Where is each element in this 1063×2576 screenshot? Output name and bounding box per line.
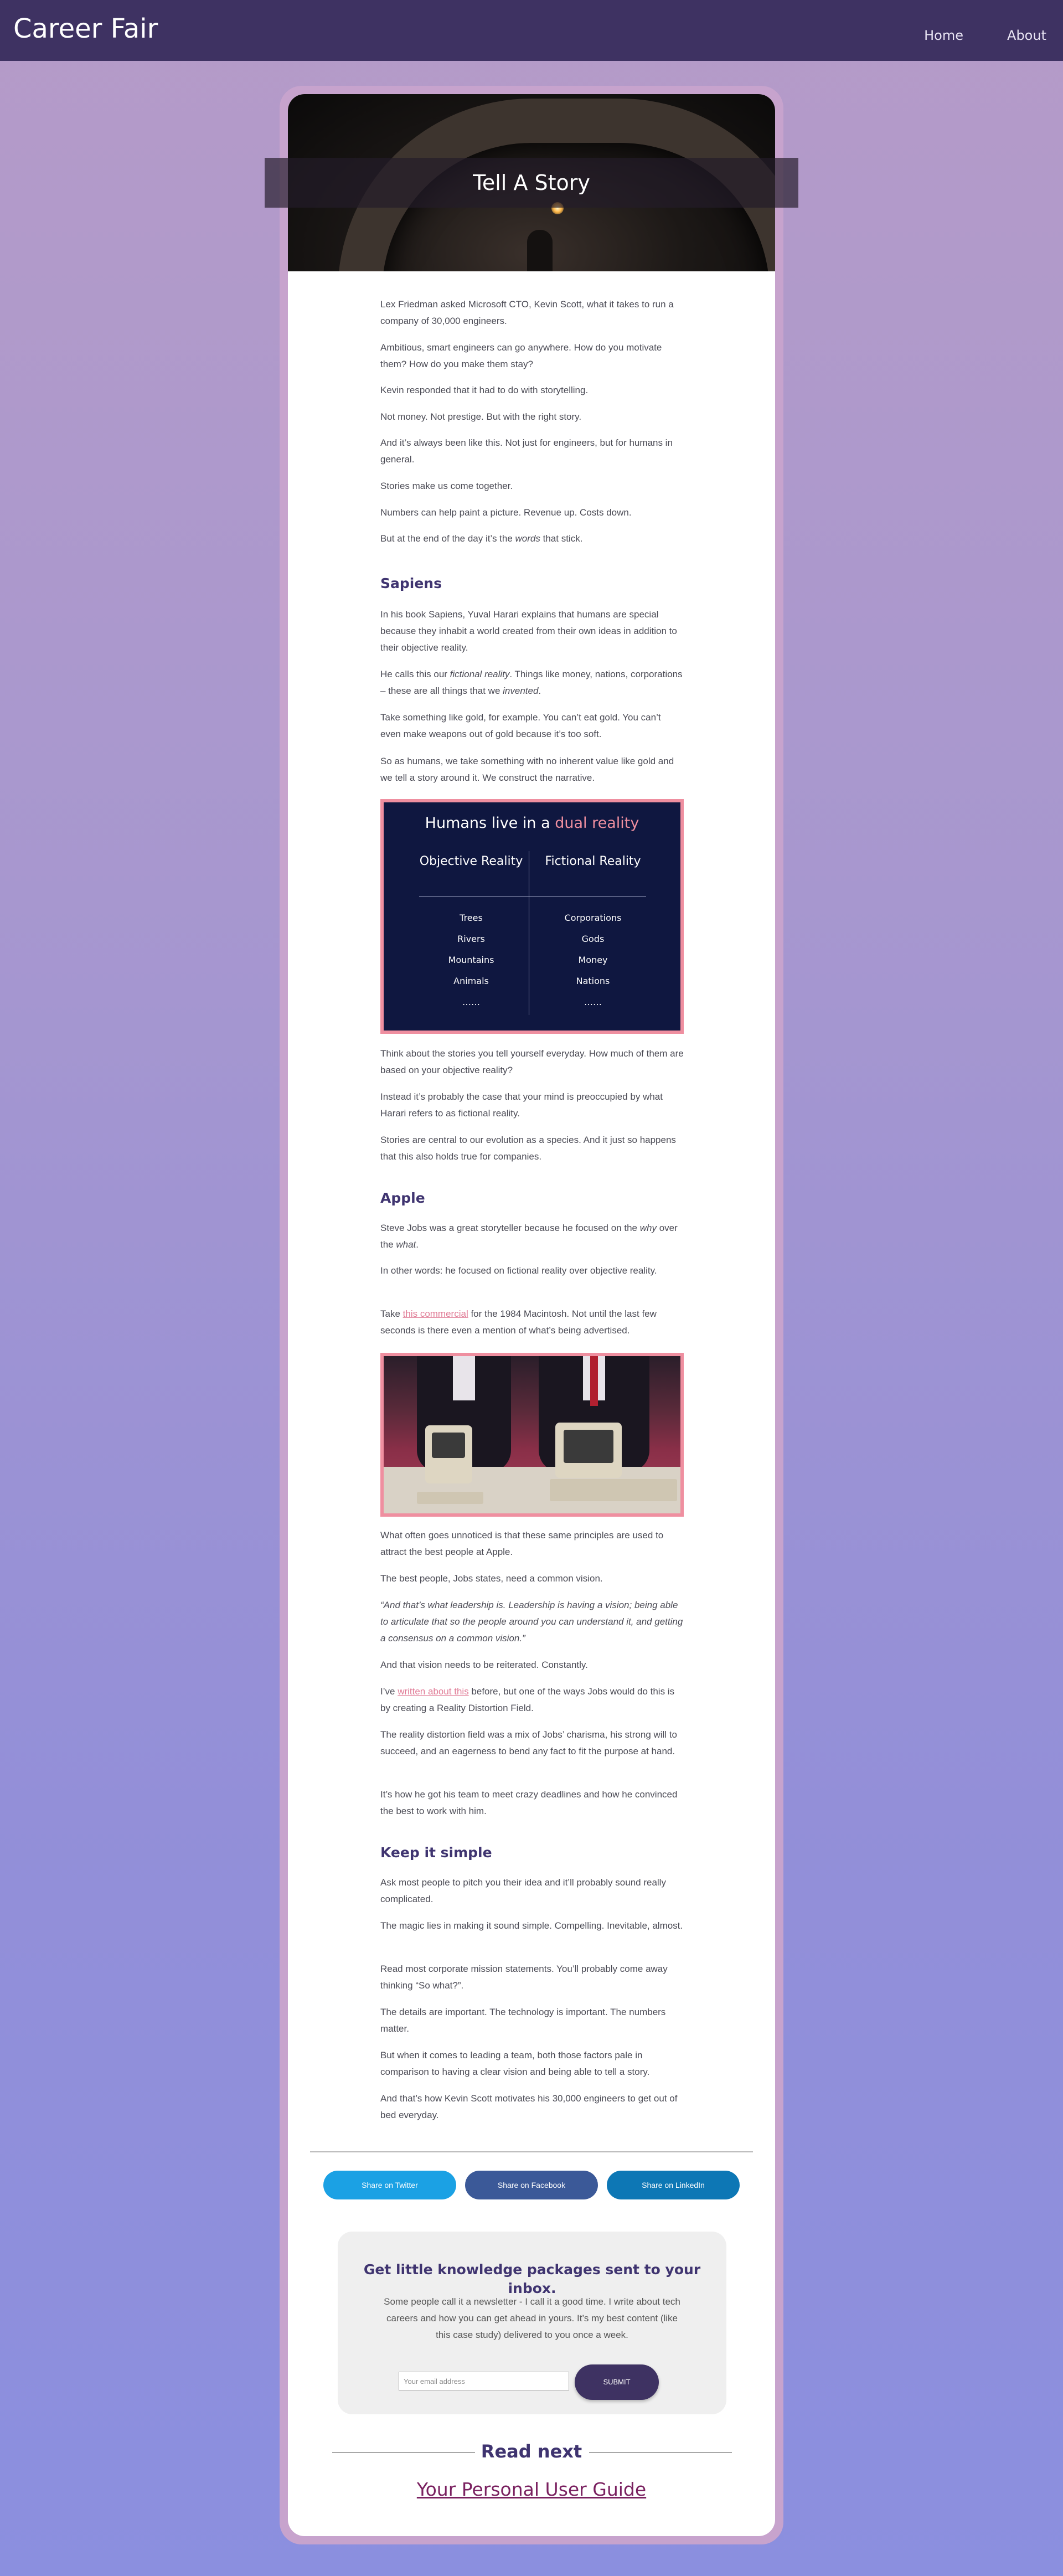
paragraph: Take something like gold, for example. Y… [380, 712, 661, 739]
text-run: . [538, 686, 541, 696]
share-twitter-button[interactable]: Share on Twitter [323, 2171, 456, 2199]
text-run: that stick. [540, 533, 583, 544]
emphasis: words [515, 533, 540, 544]
objective-reality-heading: Objective Reality [419, 854, 523, 868]
emphasis: fictional reality [450, 669, 510, 679]
person-silhouette [527, 230, 553, 271]
next-article-link[interactable]: Your Personal User Guide [288, 2477, 775, 2502]
paragraph: Lex Friedman asked Microsoft CTO, Kevin … [380, 299, 674, 326]
emphasis: what [396, 1239, 416, 1250]
paragraph: Take this commercial for the 1984 Macint… [380, 1306, 684, 1339]
list-item: Mountains [448, 955, 494, 965]
paragraph: Stories are central to our evolution as … [380, 1135, 676, 1162]
site-logo[interactable]: Career Fair [13, 13, 158, 44]
paragraph: I’ve written about this before, but one … [380, 1683, 684, 1717]
share-linkedin-button[interactable]: Share on LinkedIn [607, 2171, 740, 2199]
divider [310, 2151, 753, 2152]
read-next-heading: Read next [481, 2441, 582, 2462]
objective-items: Trees Rivers Mountains Animals …… [416, 908, 527, 1013]
paragraph: The magic lies in making it sound simple… [380, 1920, 683, 1931]
list-item: Rivers [457, 934, 485, 944]
divider [419, 896, 646, 897]
paragraph: And it’s always been like this. Not just… [380, 437, 673, 465]
list-item: …… [584, 997, 602, 1007]
share-facebook-button[interactable]: Share on Facebook [465, 2171, 598, 2199]
paragraph: Instead it’s probably the case that your… [380, 1091, 663, 1119]
paragraph: What often goes unnoticed is that these … [380, 1530, 664, 1557]
paragraph: The reality distortion field was a mix o… [380, 1729, 678, 1756]
written-about-link[interactable]: written about this [398, 1686, 469, 1697]
list-item: Gods [581, 934, 605, 944]
section-heading-apple: Apple [380, 1190, 425, 1206]
screen [564, 1430, 613, 1463]
paragraph: It’s how he got his team to meet crazy d… [380, 1789, 678, 1816]
list-item: Nations [576, 976, 610, 986]
page-title: Tell A Story [473, 171, 590, 195]
text-run: I’ve [380, 1686, 398, 1697]
paragraph: The details are important. The technolog… [380, 2007, 666, 2034]
paragraph: Numbers can help paint a picture. Revenu… [380, 507, 632, 518]
text-run: Humans live in a [425, 815, 555, 832]
macintosh-photo [380, 1353, 684, 1517]
section-heading-sapiens: Sapiens [380, 575, 442, 591]
text-run: But at the end of the day it’s the [380, 533, 515, 544]
paragraph: Steve Jobs was a great storyteller becau… [380, 1220, 684, 1253]
submit-button[interactable]: SUBMIT [575, 2364, 659, 2400]
list-item: Trees [460, 913, 483, 923]
paragraph: Not money. Not prestige. But with the ri… [380, 411, 582, 422]
screen [432, 1433, 465, 1458]
paragraph: And that’s how Kevin Scott motivates his… [380, 2093, 678, 2120]
paragraph: But at the end of the day it’s the words… [380, 530, 684, 547]
top-navbar: Career Fair Home About [0, 0, 1063, 61]
fictional-reality-heading: Fictional Reality [545, 854, 641, 868]
paragraph: Kevin responded that it had to do with s… [380, 385, 589, 395]
paragraph: Read most corporate mission statements. … [380, 1964, 668, 1991]
quote: “And that’s what leadership is. Leadersh… [380, 1600, 683, 1644]
paragraph: He calls this our fictional reality. Thi… [380, 666, 684, 699]
paragraph: Ambitious, smart engineers can go anywhe… [380, 342, 662, 369]
section-heading-keep-it-simple: Keep it simple [380, 1845, 492, 1861]
keyboard [417, 1492, 483, 1504]
list-item: Corporations [564, 913, 622, 923]
newsletter-signup: Get little knowledge packages sent to yo… [338, 2232, 726, 2414]
title-banner: Tell A Story [265, 158, 798, 208]
text-run: Steve Jobs was a great storyteller becau… [380, 1223, 640, 1233]
text-run: He calls this our [380, 669, 450, 679]
text-run: . [416, 1239, 419, 1250]
paragraph: In his book Sapiens, Yuval Harari explai… [380, 609, 677, 653]
emphasis: invented [503, 686, 539, 696]
shirt [453, 1356, 475, 1400]
paragraph: Stories make us come together. [380, 481, 513, 491]
tie [590, 1356, 598, 1406]
list-item: Money [578, 955, 608, 965]
nav-home-link[interactable]: Home [924, 28, 963, 43]
paragraph: The best people, Jobs states, need a com… [380, 1573, 603, 1584]
nav-about-link[interactable]: About [1007, 28, 1046, 43]
dual-reality-graphic: Humans live in a dual reality Objective … [380, 799, 684, 1034]
dual-reality-title: Humans live in a dual reality [384, 813, 680, 833]
paragraph: So as humans, we take something with no … [380, 756, 674, 783]
list-item: Animals [453, 976, 489, 986]
paragraph: In other words: he focused on fictional … [380, 1265, 657, 1276]
commercial-link[interactable]: this commercial [403, 1308, 468, 1319]
newsletter-title: Get little knowledge packages sent to yo… [363, 2261, 701, 2296]
newsletter-description: Some people call it a newsletter - I cal… [384, 2296, 680, 2340]
email-input[interactable] [399, 2372, 569, 2390]
paragraph: Think about the stories you tell yoursel… [380, 1048, 684, 1075]
text-run: Take [380, 1308, 403, 1319]
fictional-items: Corporations Gods Money Nations …… [538, 908, 648, 1013]
paragraph: Ask most people to pitch you their idea … [380, 1877, 666, 1904]
keyboard [550, 1479, 677, 1501]
paragraph: And that vision needs to be reiterated. … [380, 1660, 588, 1670]
article-card: Lex Friedman asked Microsoft CTO, Kevin … [288, 94, 775, 2536]
text-run-accent: dual reality [555, 815, 639, 832]
list-item: …… [462, 997, 480, 1007]
emphasis: why [639, 1223, 657, 1233]
paragraph: But when it comes to leading a team, bot… [380, 2050, 650, 2077]
